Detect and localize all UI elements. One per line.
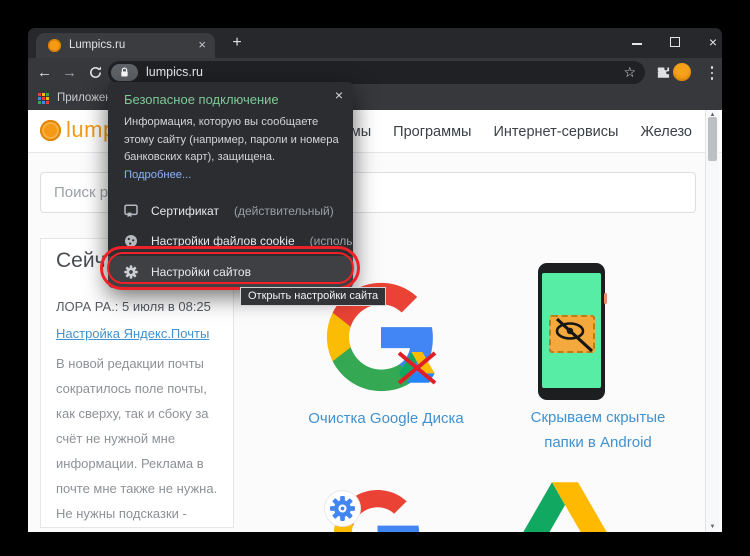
tab-lumpics[interactable]: Lumpics.ru × — [36, 33, 215, 58]
grid-dot — [42, 93, 45, 96]
forward-button[interactable]: → — [59, 62, 80, 83]
tab-title: Lumpics.ru — [69, 39, 125, 51]
menu-item-detail: (используется 11 фай — [310, 234, 353, 248]
phone-power-button — [604, 293, 607, 304]
phone-screen — [542, 273, 601, 388]
certificate-icon — [124, 204, 138, 218]
drive-crossed-icon — [396, 350, 438, 386]
learn-more-link[interactable]: Подробнее... — [124, 169, 191, 181]
browser-menu-button[interactable] — [706, 65, 718, 81]
profile-avatar[interactable] — [673, 63, 691, 81]
menu-item-certificate[interactable]: Сертификат (действительный) — [108, 196, 353, 226]
crossed-eye-icon — [551, 317, 595, 353]
article-link-hide-folders-android[interactable]: Скрываем скрытые папки в Android — [508, 405, 688, 455]
nav-item-hardware[interactable]: Железо — [640, 124, 692, 140]
url-text: lumpics.ru — [146, 61, 203, 84]
apps-grid-icon[interactable] — [38, 93, 50, 105]
minimize-icon — [632, 43, 642, 45]
window-close-button[interactable]: × — [705, 36, 721, 50]
popup-menu: Сертификат (действительный) Настройки фа… — [108, 196, 353, 288]
puzzle-icon — [655, 65, 670, 80]
grid-dot — [38, 97, 41, 100]
site-info-popup: × Безопасное подключение Информация, кот… — [108, 82, 353, 288]
comment-meta: ЛОРА РА.: 5 июля в 08:25 — [56, 299, 211, 314]
menu-item-label: Настройки сайтов — [151, 265, 251, 279]
secure-connection-title: Безопасное подключение — [124, 92, 279, 107]
comment-title-link[interactable]: Настройка Яндекс.Почты — [56, 326, 209, 341]
extensions-button[interactable] — [655, 65, 670, 80]
dots-icon — [711, 66, 714, 69]
gear-icon — [124, 265, 138, 279]
grid-dot — [38, 93, 41, 96]
site-info-lock-button[interactable] — [111, 64, 138, 81]
grid-dot — [46, 93, 49, 96]
reload-button[interactable] — [85, 65, 106, 80]
tab-favicon — [48, 39, 61, 52]
reload-icon — [88, 65, 103, 80]
scroll-down-arrow-icon[interactable]: ▼ — [706, 524, 719, 530]
grid-dot — [42, 97, 45, 100]
grid-dot — [46, 101, 49, 104]
nav-item-programs[interactable]: Программы — [393, 124, 471, 140]
cookie-icon — [124, 234, 138, 248]
tab-close-icon[interactable]: × — [198, 37, 206, 52]
new-tab-button[interactable]: + — [226, 32, 248, 54]
window-minimize-button[interactable] — [630, 36, 646, 50]
back-button[interactable]: ← — [34, 62, 55, 83]
blue-gear-icon — [329, 495, 356, 522]
hidden-folder-icon — [549, 315, 595, 353]
menu-item-label: Сертификат — [151, 204, 219, 218]
popup-description-text: Информация, которую вы сообщаете этому с… — [124, 116, 339, 163]
menu-item-cookies[interactable]: Настройки файлов cookie (используется 11… — [108, 226, 353, 256]
grid-dot — [42, 101, 45, 104]
gear-badge — [325, 491, 360, 526]
nav-item-internet-services[interactable]: Интернет-сервисы — [493, 124, 618, 140]
grid-dot — [46, 97, 49, 100]
tab-strip: Lumpics.ru × + × — [28, 28, 722, 58]
phone-image — [538, 263, 605, 400]
dots-icon — [711, 77, 714, 80]
site-nav: системы Программы Интернет-сервисы Желез… — [314, 110, 692, 153]
menu-item-label: Настройки файлов cookie — [151, 234, 295, 248]
comment-body: В новой редакции почты сократилось поле … — [56, 351, 226, 532]
card-heading: Сейч — [56, 249, 106, 273]
menu-item-site-settings[interactable]: Настройки сайтов — [108, 256, 353, 288]
grid-dot — [38, 101, 41, 104]
google-drive-image — [523, 482, 607, 532]
site-logo-icon[interactable] — [40, 120, 61, 141]
article-link-text: Скрываем скрытые папки в Android — [523, 405, 673, 455]
bookmark-star-icon[interactable]: ☆ — [623, 61, 636, 84]
page-scrollbar[interactable]: ▲ ▼ — [705, 110, 719, 532]
menu-item-detail: (действительный) — [234, 204, 334, 218]
scrollbar-thumb[interactable] — [708, 117, 717, 161]
article-link-google-drive-cleanup[interactable]: Очистка Google Диска — [286, 410, 486, 427]
window-maximize-button[interactable] — [668, 36, 684, 50]
popup-description: Информация, которую вы сообщаете этому с… — [124, 114, 344, 184]
popup-close-icon[interactable]: × — [335, 87, 343, 103]
maximize-icon — [670, 37, 680, 47]
lock-icon — [120, 67, 129, 78]
dots-icon — [711, 72, 714, 75]
address-bar[interactable]: lumpics.ru ☆ — [108, 61, 645, 84]
desktop: Lumpics.ru × + × ← → lumpics.ru ☆ — [0, 0, 750, 556]
site-settings-tooltip: Открыть настройки сайта — [240, 287, 386, 306]
